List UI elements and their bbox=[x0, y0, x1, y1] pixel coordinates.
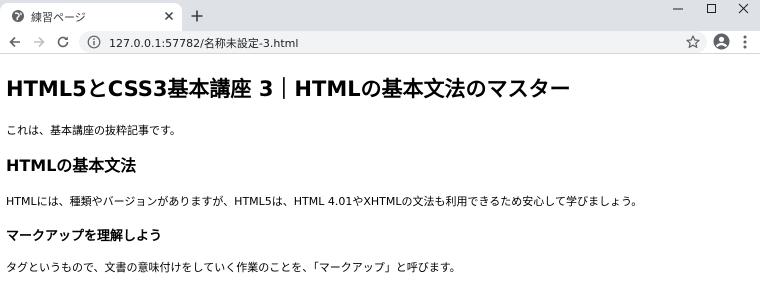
globe-icon bbox=[11, 9, 25, 23]
page-heading: HTML5とCSS3基本講座 3｜HTMLの基本文法のマスター bbox=[6, 77, 571, 101]
url-text[interactable]: 127.0.0.1:57782/名称未設定-3.html bbox=[109, 35, 298, 51]
tab-title: 練習ページ bbox=[31, 11, 86, 24]
tab-active[interactable]: 練習ページ bbox=[0, 3, 182, 31]
maximize-icon[interactable] bbox=[697, 0, 727, 18]
tab-close-icon[interactable] bbox=[161, 8, 177, 24]
subsection-heading: マークアップを理解しよう bbox=[6, 229, 163, 244]
tab-strip: 練習ページ bbox=[0, 0, 760, 31]
address-bar[interactable]: 127.0.0.1:57782/名称未設定-3.html bbox=[79, 31, 707, 53]
body-paragraph: HTMLには、種類やバージョンがありますが、HTML5は、HTML 4.01やX… bbox=[6, 195, 643, 208]
reload-icon[interactable] bbox=[53, 32, 73, 52]
intro-paragraph: これは、基本講座の抜粋記事です。 bbox=[6, 124, 181, 137]
account-icon[interactable] bbox=[713, 33, 730, 50]
section-heading: HTMLの基本文法 bbox=[6, 156, 137, 175]
new-tab-plus-icon[interactable] bbox=[188, 7, 206, 25]
arrow-left-icon[interactable] bbox=[5, 32, 25, 52]
star-icon[interactable] bbox=[685, 34, 701, 50]
window-close-icon[interactable] bbox=[729, 0, 759, 18]
browser-window: 練習ページ 127.0.0.1:57782/名称未設定-3.html HTML5… bbox=[0, 0, 760, 282]
minimize-icon[interactable] bbox=[663, 0, 693, 18]
arrow-right-icon[interactable] bbox=[29, 32, 49, 52]
page-content: HTML5とCSS3基本講座 3｜HTMLの基本文法のマスター これは、基本講座… bbox=[0, 54, 760, 282]
info-icon[interactable] bbox=[87, 35, 101, 49]
markup-paragraph: タグというもので、文書の意味付けをしていく作業のことを、「マークアップ」と呼びま… bbox=[6, 261, 461, 274]
browser-toolbar: 127.0.0.1:57782/名称未設定-3.html bbox=[0, 31, 760, 53]
kebab-menu-icon[interactable] bbox=[738, 33, 752, 51]
